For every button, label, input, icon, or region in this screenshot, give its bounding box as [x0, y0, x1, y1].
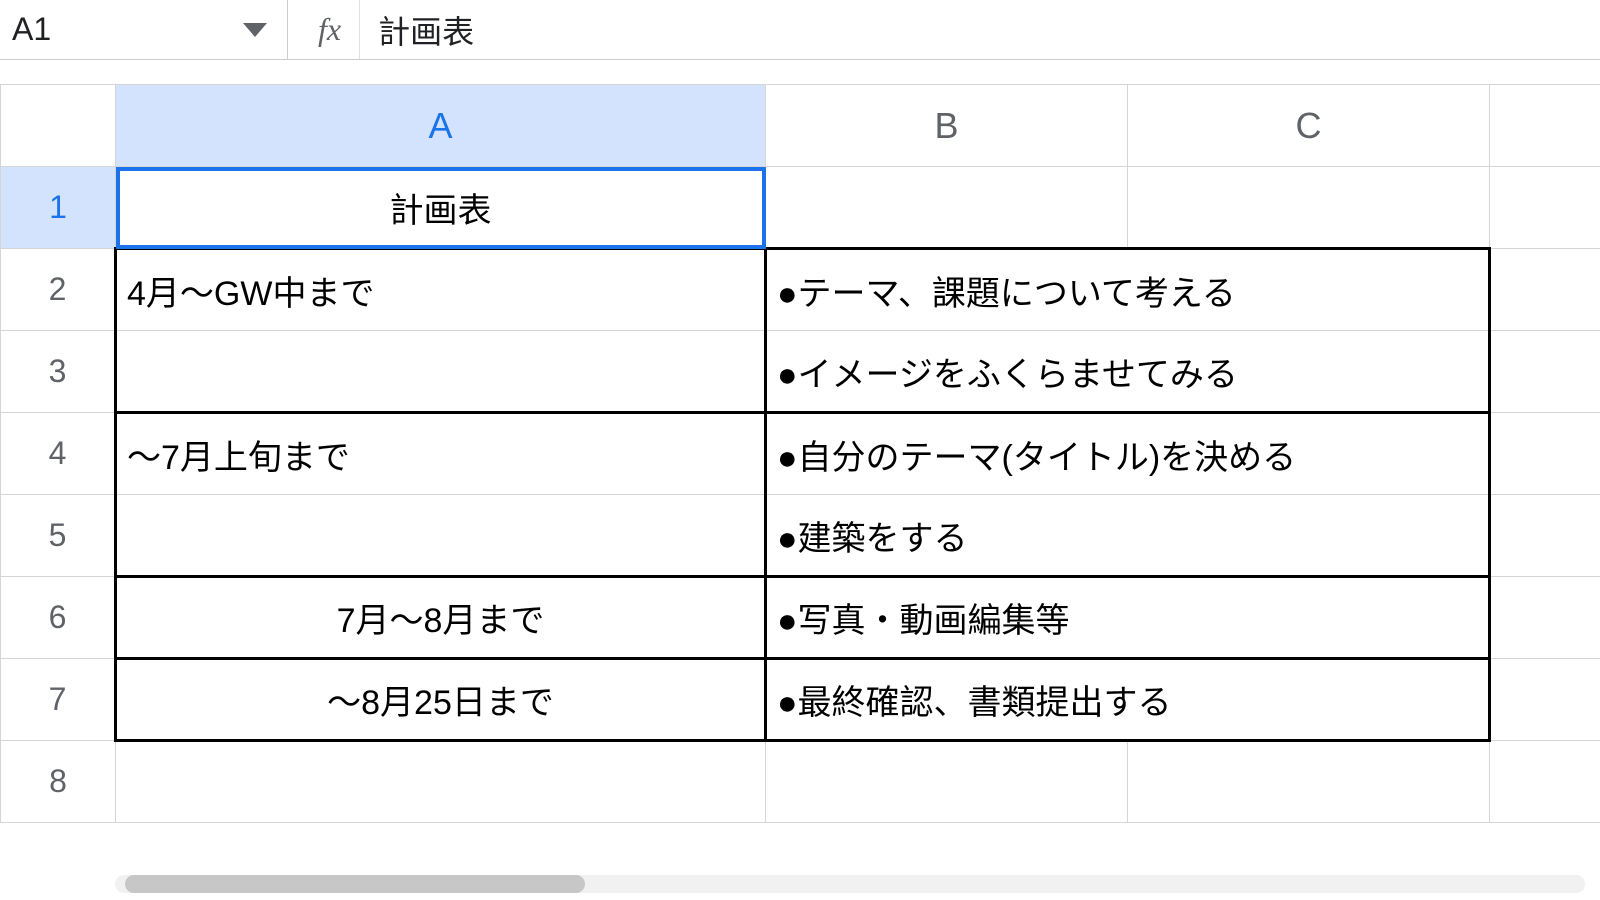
cell-B1[interactable] [766, 167, 1128, 249]
cell-B8[interactable] [766, 741, 1128, 823]
scrollbar-thumb[interactable] [125, 875, 585, 893]
column-header-row: A B C [1, 85, 1600, 167]
cell-A3[interactable] [116, 331, 766, 413]
column-header-C[interactable]: C [1128, 85, 1490, 167]
scrollbar-track[interactable] [115, 875, 1585, 893]
cell-A8[interactable] [116, 741, 766, 823]
row-8: 8 [1, 741, 1600, 823]
grid-viewport: A B C 1 計画表 2 4月～GW中まで ●テーマ、課題について考える 3 … [0, 84, 1600, 900]
cell-A5[interactable] [116, 495, 766, 577]
column-header-D[interactable] [1490, 85, 1600, 167]
select-all-corner[interactable] [1, 85, 116, 167]
row-2: 2 4月～GW中まで ●テーマ、課題について考える [1, 249, 1600, 331]
cell-B3[interactable]: ●イメージをふくらませてみる [766, 331, 1490, 413]
row-3: 3 ●イメージをふくらませてみる [1, 331, 1600, 413]
row-5: 5 ●建築をする [1, 495, 1600, 577]
column-header-A[interactable]: A [116, 85, 766, 167]
cell-C8[interactable] [1128, 741, 1490, 823]
cell-C1[interactable] [1128, 167, 1490, 249]
cell-D3[interactable] [1490, 331, 1600, 413]
chevron-down-icon[interactable] [243, 23, 267, 37]
cell-B2[interactable]: ●テーマ、課題について考える [766, 249, 1490, 331]
formula-bar: A1 fx 計画表 [0, 0, 1600, 60]
cell-A7[interactable]: ～8月25日まで [116, 659, 766, 741]
cell-A2[interactable]: 4月～GW中まで [116, 249, 766, 331]
formula-input[interactable]: 計画表 [360, 7, 1592, 53]
name-box-wrap[interactable]: A1 [8, 0, 288, 59]
cell-D2[interactable] [1490, 249, 1600, 331]
cell-D1[interactable] [1490, 167, 1600, 249]
fx-icon[interactable]: fx [288, 0, 360, 59]
cell-D5[interactable] [1490, 495, 1600, 577]
cell-A6[interactable]: 7月～8月まで [116, 577, 766, 659]
spreadsheet-grid[interactable]: A B C 1 計画表 2 4月～GW中まで ●テーマ、課題について考える 3 … [0, 84, 1600, 823]
cell-D6[interactable] [1490, 577, 1600, 659]
cell-D4[interactable] [1490, 413, 1600, 495]
horizontal-scrollbar[interactable] [115, 872, 1585, 896]
row-header-3[interactable]: 3 [1, 331, 116, 413]
cell-D7[interactable] [1490, 659, 1600, 741]
row-4: 4 ～7月上旬まで ●自分のテーマ(タイトル)を決める [1, 413, 1600, 495]
row-header-8[interactable]: 8 [1, 741, 116, 823]
row-1: 1 計画表 [1, 167, 1600, 249]
cell-B5[interactable]: ●建築をする [766, 495, 1490, 577]
toolbar-gap [0, 60, 1600, 84]
row-header-2[interactable]: 2 [1, 249, 116, 331]
cell-D8[interactable] [1490, 741, 1600, 823]
cell-A4[interactable]: ～7月上旬まで [116, 413, 766, 495]
column-header-B[interactable]: B [766, 85, 1128, 167]
row-header-1[interactable]: 1 [1, 167, 116, 249]
row-7: 7 ～8月25日まで ●最終確認、書類提出する [1, 659, 1600, 741]
name-box[interactable]: A1 [8, 11, 243, 48]
cell-B6[interactable]: ●写真・動画編集等 [766, 577, 1490, 659]
cell-B7[interactable]: ●最終確認、書類提出する [766, 659, 1490, 741]
row-header-7[interactable]: 7 [1, 659, 116, 741]
row-header-6[interactable]: 6 [1, 577, 116, 659]
row-header-4[interactable]: 4 [1, 413, 116, 495]
row-6: 6 7月～8月まで ●写真・動画編集等 [1, 577, 1600, 659]
cell-B4[interactable]: ●自分のテーマ(タイトル)を決める [766, 413, 1490, 495]
row-header-5[interactable]: 5 [1, 495, 116, 577]
cell-A1[interactable]: 計画表 [116, 167, 766, 249]
